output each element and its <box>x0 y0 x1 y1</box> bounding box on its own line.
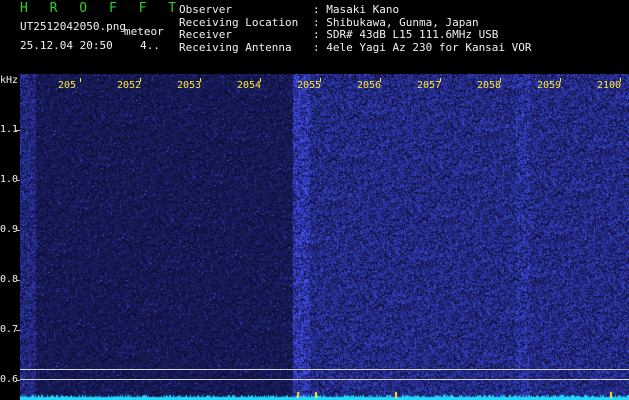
x-tick <box>380 78 381 82</box>
x-label-2059: 2059 <box>537 80 562 91</box>
x-tick <box>560 78 561 82</box>
file-name: UT2512042050.png <box>20 20 126 33</box>
app-title: H R O F F T <box>20 1 184 16</box>
hrofft-screen: H R O F F T UT2512042050.png meteor 25.1… <box>0 0 629 400</box>
x-label-2057: 2057 <box>417 80 442 91</box>
x-tick <box>260 78 261 82</box>
x-label-2052: 2052 <box>117 80 142 91</box>
x-tick <box>620 78 621 82</box>
observer-label: Observer <box>179 3 232 16</box>
receiver-label: Receiver <box>179 28 232 41</box>
x-tick <box>320 78 321 82</box>
info-labels: Observer Receiving Location Receiver Rec… <box>179 3 298 54</box>
receiver-value: : SDR# 43dB L15 111.6MHz USB <box>313 28 499 41</box>
spectrogram-canvas <box>20 74 629 400</box>
x-label-2058: 2058 <box>477 80 502 91</box>
meteor-tag: meteor <box>124 25 164 38</box>
x-label-2100: 2100 <box>597 80 622 91</box>
x-label-205: 205 <box>58 80 77 91</box>
y-tick <box>16 330 20 331</box>
y-tick <box>16 230 20 231</box>
y-tick <box>16 380 20 381</box>
y-tick <box>16 130 20 131</box>
info-values: : Masaki Kano : Shibukawa, Gunma, Japan … <box>313 3 532 54</box>
antenna-label: Receiving Antenna <box>179 40 292 54</box>
y-tick <box>16 180 20 181</box>
x-label-2055: 2055 <box>297 80 322 91</box>
x-label-2053: 2053 <box>177 80 202 91</box>
x-tick <box>500 78 501 82</box>
x-tick <box>200 78 201 82</box>
y-tick <box>16 280 20 281</box>
x-tick <box>440 78 441 82</box>
y-axis-unit: kHz <box>0 75 19 86</box>
x-label-2054: 2054 <box>237 80 262 91</box>
value-tag: 4.. <box>140 39 160 52</box>
reference-line-upper <box>20 369 629 370</box>
x-label-2056: 2056 <box>357 80 382 91</box>
observer-value: : Masaki Kano <box>313 3 400 16</box>
header: H R O F F T UT2512042050.png meteor 25.1… <box>0 0 629 72</box>
date-time: 25.12.04 20:50 <box>20 39 113 52</box>
x-tick <box>140 78 141 82</box>
x-tick <box>80 78 81 82</box>
antenna-value: : 4ele Yagi Az 230 for Kansai VOR <box>313 40 532 54</box>
reference-line-lower <box>20 379 629 380</box>
